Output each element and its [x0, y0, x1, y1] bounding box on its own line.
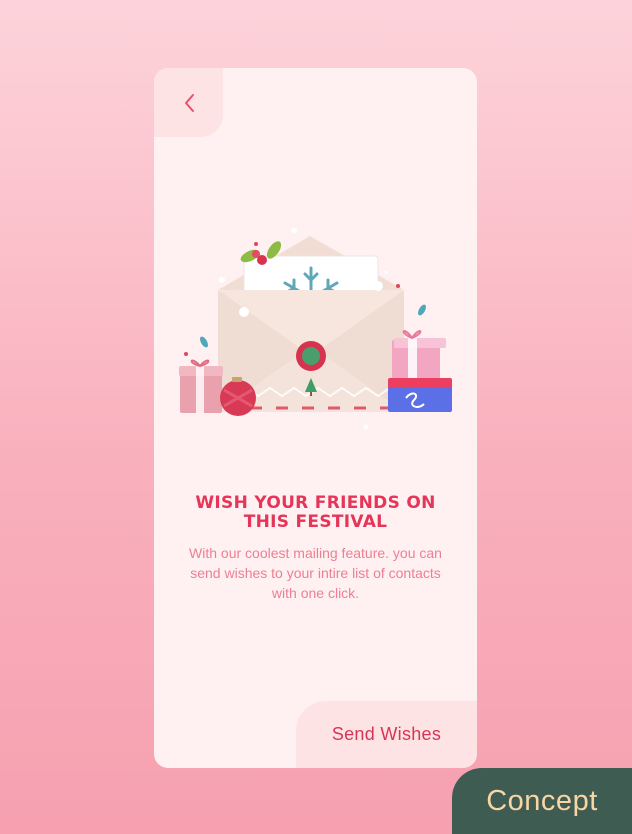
onboarding-description: With our coolest mailing feature. you ca… [189, 545, 442, 601]
envelope-illustration [179, 228, 452, 430]
onboarding-card: WISH YOUR FRIENDS ON THIS FESTIVAL With … [154, 68, 477, 768]
chevron-left-icon [184, 93, 194, 112]
onboarding-title: WISH YOUR FRIENDS ON THIS FESTIVAL [195, 493, 436, 532]
send-wishes-button[interactable]: Send Wishes [296, 701, 477, 768]
concept-badge: Concept [452, 768, 632, 834]
concept-label: Concept [486, 784, 598, 817]
send-wishes-label: Send Wishes [331, 724, 442, 744]
back-button[interactable] [154, 68, 223, 137]
